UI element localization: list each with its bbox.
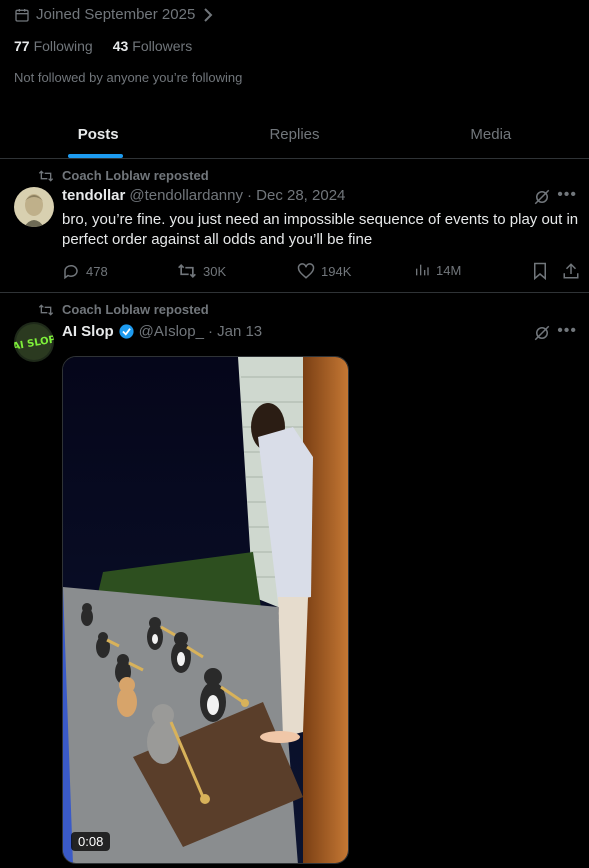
like-count: 194K [321,263,352,279]
author-name[interactable]: tendollar [62,187,125,204]
calendar-icon [15,8,29,22]
tab-media[interactable]: Media [393,110,589,158]
followers-link[interactable]: 43 Followers [113,38,192,54]
author-handle[interactable]: @AIslop_ [139,323,204,340]
chevron-right-icon[interactable] [201,7,215,23]
video-duration: 0:08 [71,832,111,851]
video-thumbnail [63,357,348,863]
post-card[interactable]: Coach Loblaw reposted AI SLOP AI Slop @A… [0,294,589,868]
post-header: AI Slop @AIslop_ · Jan 13 [62,323,262,340]
grok-icon[interactable] [533,188,551,206]
reply-icon [64,264,78,280]
video-player[interactable]: 0:08 [62,356,349,864]
repost-indicator: Coach Loblaw reposted [38,302,209,317]
reply-count: 478 [86,263,108,279]
more-options-icon[interactable]: ••• [557,186,577,204]
avatar[interactable] [14,187,54,227]
post-actions: 478 30K 194K 14M [62,262,582,282]
not-followed-note: Not followed by anyone you’re following [14,70,243,85]
active-tab-indicator [68,154,123,158]
post-card[interactable]: Coach Loblaw reposted tendollar @tendoll… [0,160,589,293]
reply-button[interactable]: 478 [62,262,108,280]
post-date[interactable]: · Dec 28, 2024 [247,187,345,204]
followers-label: Followers [132,38,193,54]
post-header: tendollar @tendollardanny · Dec 28, 2024 [62,187,345,204]
repost-icon [38,169,54,182]
follow-stats: 77 Following 43 Followers [14,38,192,54]
following-link[interactable]: 77 Following [14,38,93,54]
joined-text: Joined September 2025 [36,6,196,23]
followers-count: 43 [112,38,129,54]
author-handle[interactable]: @tendollardanny [129,187,243,204]
like-button[interactable]: 194K [297,262,351,280]
repost-indicator: Coach Loblaw reposted [38,168,209,183]
heart-icon [297,263,315,279]
bookmark-icon[interactable] [532,262,548,280]
analytics-icon [416,264,429,276]
profile-tabs: Posts Replies Media [0,110,589,159]
following-count: 77 [14,38,30,54]
avatar[interactable]: AI SLOP [14,322,54,362]
post-date[interactable]: · Jan 13 [208,323,262,340]
repost-button[interactable]: 30K [177,262,226,280]
repost-label: Coach Loblaw reposted [62,168,209,183]
repost-label: Coach Loblaw reposted [62,302,209,317]
joined-date: Joined September 2025 [14,6,215,23]
views-count: 14M [436,262,462,278]
repost-icon [178,263,196,279]
views-button[interactable]: 14M [414,262,461,278]
following-label: Following [33,38,93,54]
share-icon[interactable] [562,262,580,280]
more-options-icon[interactable]: ••• [557,322,577,340]
author-name[interactable]: AI Slop [62,323,114,340]
tab-replies[interactable]: Replies [196,110,392,158]
grok-icon[interactable] [533,324,551,342]
verified-badge-icon [119,324,134,339]
repost-count: 30K [203,263,227,279]
post-text: bro, you’re fine. you just need an impos… [62,211,579,248]
repost-icon [38,303,54,316]
tab-posts[interactable]: Posts [0,110,196,158]
